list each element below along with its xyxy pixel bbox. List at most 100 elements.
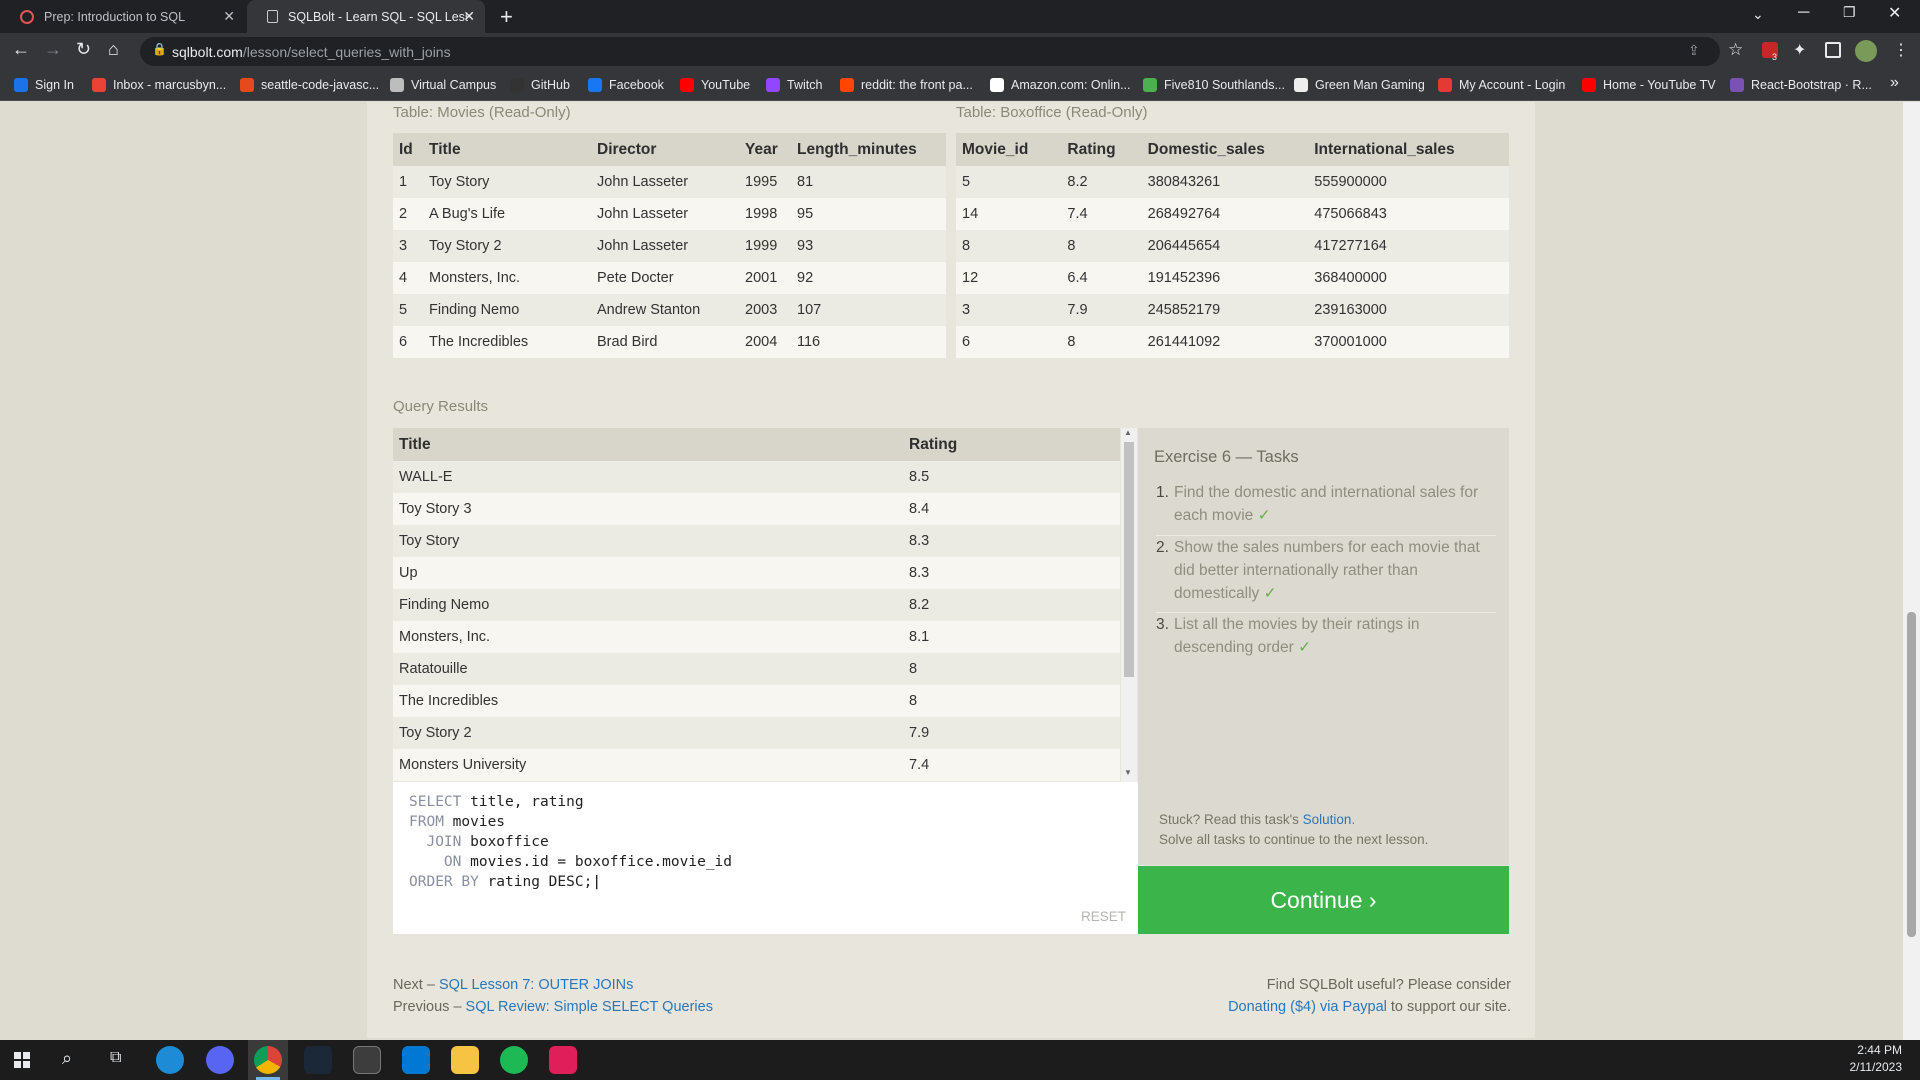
spotify-icon[interactable] (500, 1046, 528, 1074)
profile-avatar[interactable] (1855, 40, 1877, 62)
table-cell: 8.3 (903, 525, 1120, 557)
store-icon[interactable] (353, 1046, 381, 1074)
tab-search-chevron-icon[interactable]: ⌄ (1752, 6, 1764, 23)
bookmark-item[interactable]: Five810 Southlands... (1143, 75, 1285, 95)
bookmark-item[interactable]: Home - YouTube TV (1582, 75, 1716, 95)
table-cell: Pete Docter (591, 262, 739, 294)
results-scrollbar[interactable]: ▲ ▼ (1121, 428, 1137, 782)
text-caret: | (592, 874, 602, 890)
clock-date[interactable]: 2/11/2023 (1820, 1060, 1903, 1074)
previous-lesson: Previous – SQL Review: Simple SELECT Que… (393, 999, 713, 1015)
task-item: 2. Show the sales numbers for each movie… (1156, 535, 1496, 605)
share-icon[interactable]: ⇪ (1688, 42, 1700, 59)
table-cell: 2003 (739, 294, 791, 326)
reset-button[interactable]: RESET (1081, 909, 1126, 924)
bookmarks-overflow-icon[interactable]: » (1890, 74, 1899, 92)
bookmark-item[interactable]: reddit: the front pa... (840, 75, 973, 95)
donate-note: Donating ($4) via Paypal to support our … (1228, 999, 1511, 1015)
side-panel-icon[interactable] (1825, 42, 1841, 58)
bookmark-item[interactable]: Virtual Campus (390, 75, 496, 95)
menu-kebab-icon[interactable]: ⋮ (1893, 40, 1909, 60)
page-scrollbar-thumb[interactable] (1907, 612, 1916, 937)
scroll-up-icon[interactable]: ▲ (1124, 428, 1132, 437)
bookmark-item[interactable]: Inbox - marcusbyn... (92, 75, 226, 95)
scroll-down-icon[interactable]: ▼ (1124, 768, 1132, 777)
table-row: 2A Bug's Life John Lasseter 1998 95 (393, 198, 946, 230)
bookmark-item[interactable]: Green Man Gaming (1294, 75, 1425, 95)
table-cell: 8 (1061, 326, 1142, 358)
bookmark-item[interactable]: Amazon.com: Onlin... (990, 75, 1131, 95)
boxoffice-table-wrap[interactable]: Movie_id Rating Domestic_sales Internationa… (956, 133, 1509, 371)
window-close-icon[interactable]: ✕ (1888, 3, 1901, 23)
column-header: Title (423, 133, 591, 166)
bookmark-item[interactable]: GitHub (510, 75, 570, 95)
sql-text: movies (443, 814, 506, 830)
donate-link[interactable]: Donating ($4) via Paypal (1228, 999, 1387, 1015)
stuck-prefix: Stuck? Read this task's (1159, 812, 1303, 827)
table-cell: 475066843 (1308, 198, 1509, 230)
bookmark-item[interactable]: YouTube (680, 75, 750, 95)
windows-start-icon[interactable] (14, 1052, 30, 1068)
file-explorer-icon[interactable] (451, 1046, 479, 1074)
bookmark-item[interactable]: Facebook (588, 75, 664, 95)
home-icon[interactable]: ⌂ (108, 39, 119, 60)
forward-icon[interactable]: → (44, 39, 62, 60)
solution-link[interactable]: Solution (1303, 812, 1352, 827)
task-view-icon[interactable]: ⧉ (110, 1049, 121, 1067)
page-scrollbar[interactable] (1903, 102, 1920, 1040)
extension-badge: 3 (1772, 52, 1778, 62)
restore-icon[interactable]: ❐ (1843, 4, 1856, 21)
close-icon[interactable]: ✕ (223, 8, 235, 25)
bookmark-star-icon[interactable]: ☆ (1728, 40, 1743, 60)
check-icon: ✓ (1298, 639, 1312, 656)
sql-editor[interactable]: SELECT title, rating FROM movies JOIN bo… (393, 782, 1138, 934)
new-tab-plus-icon[interactable]: + (500, 4, 513, 30)
minimize-icon[interactable]: ─ (1798, 4, 1809, 22)
mail-icon[interactable] (402, 1046, 430, 1074)
back-icon[interactable]: ← (12, 39, 30, 60)
sql-code[interactable]: SELECT title, rating FROM movies JOIN bo… (409, 792, 732, 892)
steam-icon[interactable] (304, 1046, 332, 1074)
edge-icon[interactable] (156, 1046, 184, 1074)
reload-icon[interactable]: ↻ (76, 39, 91, 60)
table-cell: 206445654 (1141, 230, 1309, 262)
table-cell: 12 (956, 262, 1062, 294)
bookmark-item[interactable]: Twitch (766, 75, 822, 95)
column-header: Rating (1061, 133, 1142, 166)
table-cell: 1999 (739, 230, 791, 262)
next-lesson-link[interactable]: SQL Lesson 7: OUTER JOINs (439, 977, 633, 993)
tab-sqlbolt[interactable]: SQLBolt - Learn SQL - SQL Lesso ✕ (247, 0, 485, 33)
table-cell: Brad Bird (591, 326, 739, 358)
table-row: 8 8 206445654 417277164 (956, 230, 1509, 262)
close-icon[interactable]: ✕ (463, 8, 475, 25)
bookmark-item[interactable]: Sign In (14, 75, 74, 95)
bookmark-label: Sign In (35, 78, 74, 92)
chrome-taskbar-active[interactable] (248, 1040, 288, 1080)
table-cell: 245852179 (1141, 294, 1309, 326)
sql-keyword: FROM (409, 814, 444, 830)
table-cell: 6 (393, 326, 423, 358)
tab-title: SQLBolt - Learn SQL - SQL Lesso (288, 9, 468, 24)
prev-prefix: Previous – (393, 999, 466, 1015)
task-text: Find the domestic and international sale… (1174, 484, 1479, 524)
movies-table-wrap[interactable]: Id Title Director Year Length_minutes 1 Toy S… (393, 133, 946, 371)
query-results-wrap[interactable]: Title Rating WALL-E 8.5 Toy Story 3 8.4 Toy S… (393, 428, 1120, 782)
table-cell: 81 (791, 166, 946, 198)
bookmark-item[interactable]: My Account - Login (1438, 75, 1565, 95)
continue-button[interactable]: Continue › (1138, 866, 1509, 934)
tab-prep-intro-sql[interactable]: Prep: Introduction to SQL ✕ (0, 0, 245, 33)
search-icon[interactable]: ⌕ (62, 1048, 72, 1069)
discord-icon[interactable] (206, 1046, 234, 1074)
sql-text: boxoffice (461, 834, 549, 850)
address-bar[interactable]: 🔒 sqlbolt.com/lesson/select_queries_with… (140, 37, 1720, 66)
table-cell: 268492764 (1141, 198, 1309, 230)
bookmark-item[interactable]: React-Bootstrap · R... (1730, 75, 1872, 95)
table-cell: 92 (791, 262, 946, 294)
bookmark-favicon-icon (1582, 78, 1596, 92)
slack-icon[interactable] (549, 1046, 577, 1074)
results-scrollbar-thumb[interactable] (1124, 442, 1134, 677)
clock-time[interactable]: 2:44 PM (1820, 1043, 1902, 1057)
previous-lesson-link[interactable]: SQL Review: Simple SELECT Queries (466, 999, 713, 1015)
bookmark-item[interactable]: seattle-code-javasc... (240, 75, 379, 95)
extensions-puzzle-icon[interactable]: ✦ (1793, 40, 1806, 60)
